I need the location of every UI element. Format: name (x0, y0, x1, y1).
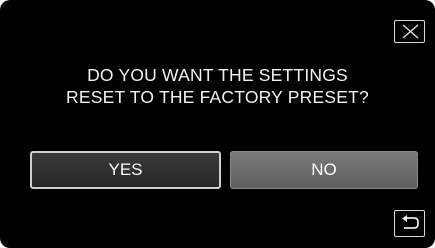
message-line-1: DO YOU WANT THE SETTINGS (87, 65, 348, 85)
no-button-label: NO (311, 160, 337, 179)
dialog-screen: DO YOU WANT THE SETTINGS RESET TO THE FA… (0, 0, 435, 248)
close-icon (402, 24, 419, 39)
close-button[interactable] (394, 20, 425, 43)
confirmation-message: DO YOU WANT THE SETTINGS RESET TO THE FA… (0, 64, 435, 108)
yes-button[interactable]: YES (30, 151, 221, 189)
yes-button-label: YES (108, 160, 143, 179)
back-button[interactable] (394, 210, 425, 237)
message-line-2: RESET TO THE FACTORY PRESET? (66, 87, 369, 107)
return-arrow-icon (402, 215, 419, 229)
no-button[interactable]: NO (230, 151, 418, 189)
